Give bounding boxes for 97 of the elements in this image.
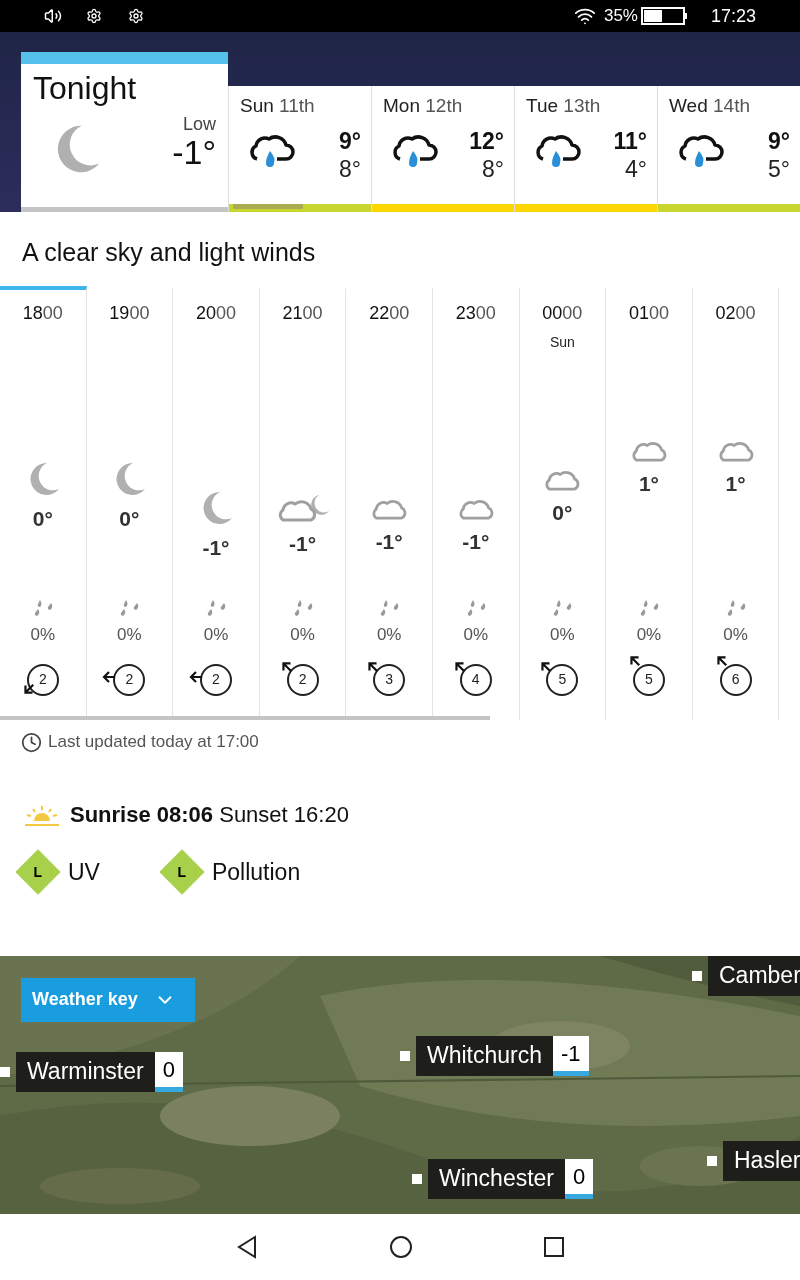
wind-speed: 6 <box>719 663 752 696</box>
hour-temperature: -1° <box>202 535 230 561</box>
place-temperature: 0 <box>565 1158 594 1199</box>
tonight-tab[interactable]: Tonight Low -1° <box>21 52 228 212</box>
index-label: Pollution <box>211 858 301 887</box>
place-name[interactable]: Winchester <box>428 1158 566 1199</box>
hour-temperature: -1° <box>375 529 403 555</box>
scroll-thumb <box>233 204 303 209</box>
rain-cloud-icon <box>676 132 724 169</box>
hour-label: 0100 <box>628 302 669 324</box>
wind-speed: 5 <box>546 663 579 696</box>
high-temperature: 9° <box>339 126 361 155</box>
low-temperature: -1° <box>172 134 216 170</box>
rain-chance: 0% <box>723 624 748 646</box>
hour-column[interactable]: 0000 Sun 0° 0% 5 <box>519 286 607 720</box>
hour-label: 1800 <box>22 302 63 324</box>
rain-chance: 0% <box>550 624 575 646</box>
sunrise-icon <box>24 803 60 826</box>
recents-icon[interactable] <box>543 1235 565 1258</box>
day-label: Wed 14th <box>669 94 751 118</box>
volume-icon <box>44 7 62 25</box>
hour-temperature: 0° <box>119 506 140 532</box>
place-marker-icon <box>400 1050 410 1061</box>
place-marker-icon <box>412 1173 422 1184</box>
wind-arrow-icon <box>189 669 203 684</box>
low-temperature: 8° <box>339 154 361 183</box>
high-temperature: 11° <box>613 126 647 155</box>
wind-speed: 5 <box>632 663 665 696</box>
hour-temperature: 0° <box>552 500 573 526</box>
rain-cloud-icon <box>390 132 438 169</box>
day-label: Sun 11th <box>240 94 316 118</box>
wind-speed: 2 <box>26 663 59 696</box>
wind-speed: 2 <box>113 663 146 696</box>
rain-chance: 0% <box>376 624 402 646</box>
hour-temperature: -1° <box>462 529 490 555</box>
wind-speed: 4 <box>459 663 492 696</box>
hour-label: 0200 <box>715 302 756 324</box>
rain-cloud-icon <box>247 132 295 169</box>
wind-arrow-icon <box>102 669 117 684</box>
index-label: UV <box>68 858 100 887</box>
settings-icon <box>128 8 144 24</box>
wind-speed: 2 <box>286 663 319 696</box>
hour-label: 2100 <box>282 302 323 324</box>
wind-speed: 3 <box>373 663 406 696</box>
hour-column[interactable]: 0200 1° 0% 6 <box>692 286 780 720</box>
hour-temperature: 1° <box>638 471 659 497</box>
low-temperature: 5° <box>768 154 790 183</box>
day-label: Sun <box>549 333 575 350</box>
hour-temperature: 1° <box>725 471 746 497</box>
low-temperature: 4° <box>625 154 647 183</box>
place-temperature: -1 <box>553 1035 589 1076</box>
hour-column[interactable]: 0100 1° 0% 5 <box>606 286 693 720</box>
day-tab[interactable]: Wed 14th 9° 5° <box>657 86 800 212</box>
place-marker-icon <box>692 970 702 981</box>
hour-label: 1900 <box>109 302 150 324</box>
rain-chance: 0% <box>636 624 662 646</box>
last-updated: Last updated today at 17:00 <box>48 731 259 754</box>
high-temperature: 9° <box>768 126 790 155</box>
rain-chance: 0% <box>463 624 489 646</box>
settings-icon <box>86 8 102 24</box>
hour-temperature: 0° <box>32 506 53 532</box>
clock: 17:23 <box>710 4 756 28</box>
rain-chance: 0% <box>30 624 56 646</box>
battery-percent: 35% <box>603 5 638 28</box>
low-temperature: 8° <box>482 154 504 183</box>
hour-label: 2200 <box>369 302 410 324</box>
hour-label: 0000 <box>542 302 583 324</box>
forecast-summary: A clear sky and light winds <box>21 237 317 268</box>
hour-temperature: -1° <box>289 531 317 557</box>
home-icon[interactable] <box>389 1234 413 1259</box>
wind-speed: 2 <box>200 663 232 696</box>
sun-times: Sunrise 08:06 Sunset 16:20 <box>70 801 349 829</box>
day-tab[interactable]: Tue 13th 11° 4° <box>514 86 657 212</box>
rain-cloud-icon <box>533 132 581 169</box>
place-marker-icon <box>707 1155 717 1166</box>
hour-label: 2300 <box>455 302 496 324</box>
rain-chance: 0% <box>203 624 229 646</box>
day-tab[interactable]: Mon 12th 12° 8° <box>371 86 514 212</box>
day-label: Tue 13th <box>526 94 602 118</box>
low-label: Low <box>182 114 216 134</box>
hour-label: 2000 <box>195 302 236 324</box>
place-name[interactable]: Hasler <box>723 1140 800 1181</box>
place-name[interactable]: Whitchurch <box>416 1035 554 1076</box>
clock-icon <box>21 731 42 753</box>
level-badge: L <box>15 849 61 895</box>
place-name[interactable]: Warminster <box>16 1051 155 1092</box>
day-label: Mon 12th <box>383 94 464 118</box>
rain-chance: 0% <box>290 624 315 646</box>
place-marker-icon <box>0 1066 10 1077</box>
day-tab[interactable]: Sun 11th 9° 8° <box>228 86 371 212</box>
high-temperature: 12° <box>469 126 504 155</box>
battery-icon <box>640 7 687 25</box>
back-icon[interactable] <box>235 1234 259 1259</box>
rain-chance: 0% <box>117 624 142 646</box>
place-name[interactable]: Camber <box>708 955 800 996</box>
tonight-title: Tonight <box>33 69 138 108</box>
level-badge: L <box>159 849 205 895</box>
